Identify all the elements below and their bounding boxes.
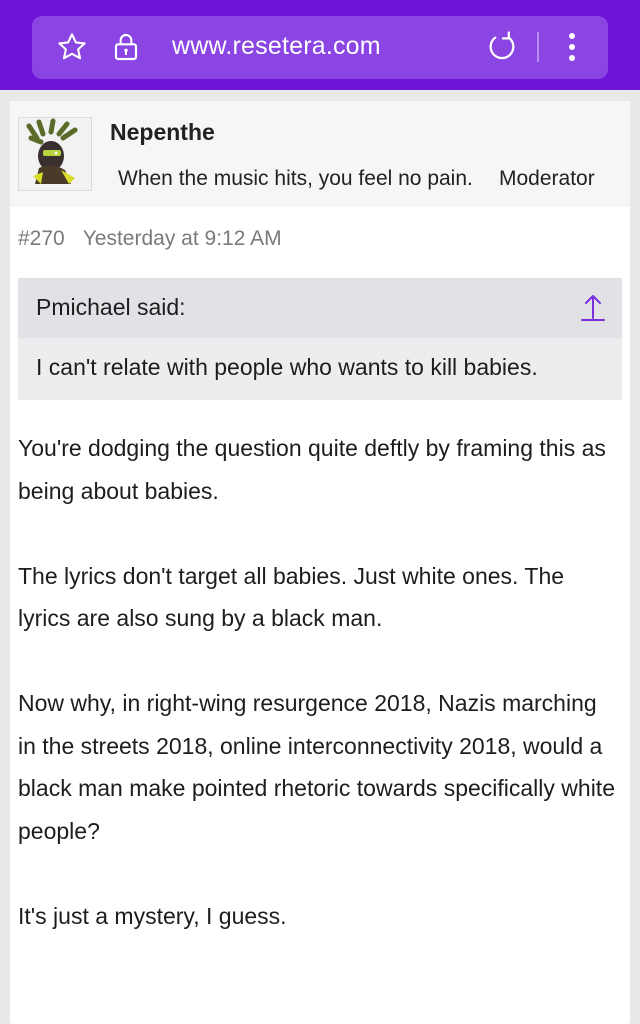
avatar[interactable] — [18, 117, 92, 191]
post-paragraph: It's just a mystery, I guess. — [18, 902, 287, 929]
more-vert-icon[interactable] — [558, 29, 586, 65]
post-paragraph: The lyrics don't target all babies. Just… — [18, 562, 565, 632]
toolbar-divider — [537, 32, 539, 62]
address-bar[interactable]: www.resetera.com — [32, 16, 608, 79]
quote-body: I can't relate with people who wants to … — [18, 338, 622, 400]
browser-toolbar: www.resetera.com — [0, 0, 640, 90]
quote-author[interactable]: Pmichael said: — [36, 294, 186, 321]
url-text[interactable]: www.resetera.com — [172, 32, 381, 61]
forum-post: Nepenthe When the music hits, you feel n… — [10, 101, 630, 1024]
user-role-badge: Moderator — [499, 167, 595, 190]
quote-text: I can't relate with people who wants to … — [36, 354, 538, 380]
username[interactable]: Nepenthe — [110, 119, 215, 146]
post-meta: #270 Yesterday at 9:12 AM — [18, 227, 282, 251]
post-paragraph: Now why, in right-wing resurgence 2018, … — [18, 690, 615, 844]
user-title: When the music hits, you feel no pain. — [118, 167, 473, 190]
post-user-header: Nepenthe When the music hits, you feel n… — [10, 101, 630, 207]
arrow-up-icon[interactable] — [578, 292, 608, 324]
post-paragraph: You're dodging the question quite deftly… — [18, 435, 606, 504]
lock-icon[interactable] — [108, 29, 144, 65]
post-timestamp[interactable]: Yesterday at 9:12 AM — [83, 227, 282, 250]
quote-header: Pmichael said: — [18, 278, 622, 338]
post-number[interactable]: #270 — [18, 227, 65, 250]
star-icon[interactable] — [54, 29, 90, 65]
post-message: You're dodging the question quite deftly… — [18, 427, 618, 980]
reload-icon[interactable] — [484, 29, 520, 65]
